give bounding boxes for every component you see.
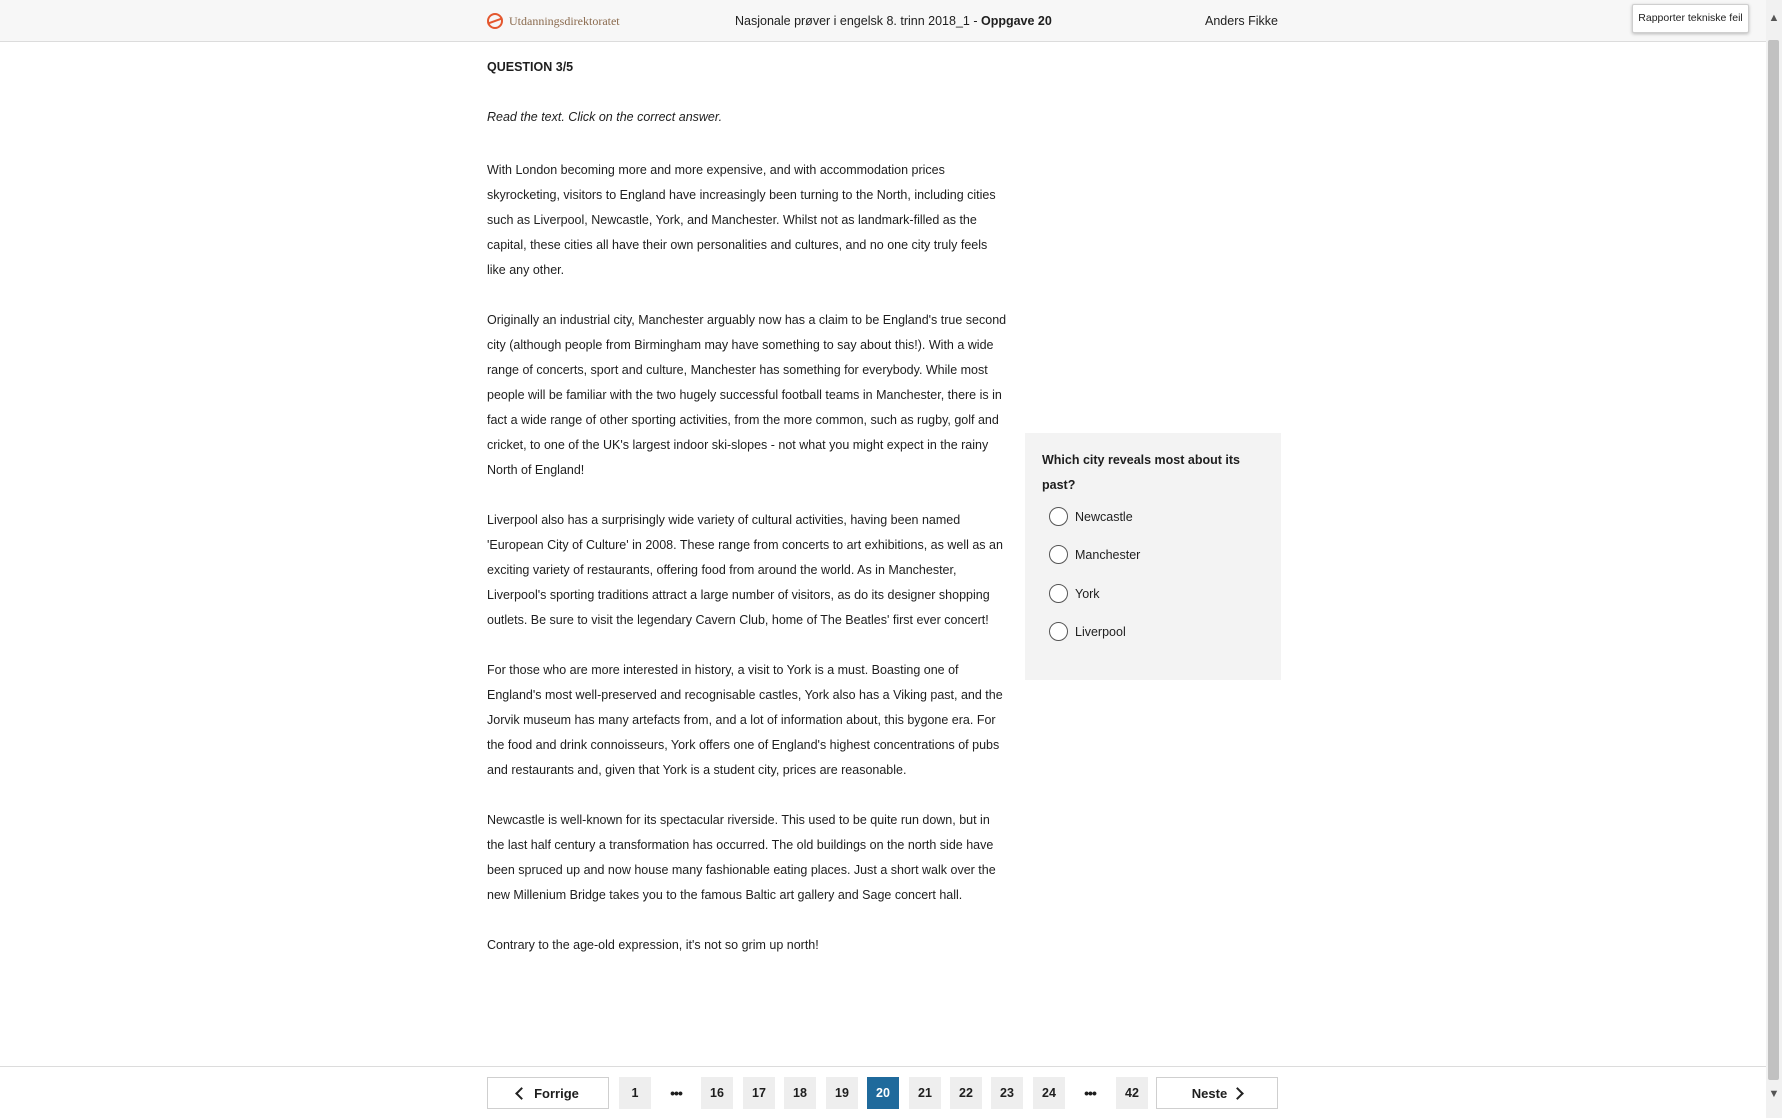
page-button[interactable]: 18 [784,1077,816,1109]
page-ellipsis[interactable]: ••• [660,1077,692,1109]
vertical-scrollbar[interactable]: ▲ ▼ [1766,0,1782,1118]
radio-button[interactable] [1049,622,1068,641]
top-bar: Utdanningsdirektoratet Nasjonale prøver … [0,0,1766,42]
test-title-prefix: Nasjonale prøver i engelsk 8. trinn 2018… [735,14,981,28]
current-page-button[interactable]: 20 [867,1077,899,1109]
next-label: Neste [1191,1085,1228,1101]
page-button[interactable]: 21 [909,1077,941,1109]
option-manchester[interactable]: Manchester [1049,545,1140,564]
option-label[interactable]: Manchester [1075,548,1140,562]
page-button[interactable]: 22 [950,1077,982,1109]
option-liverpool[interactable]: Liverpool [1049,622,1126,641]
page-button[interactable]: 24 [1033,1077,1065,1109]
option-york[interactable]: York [1049,584,1100,603]
test-title: Nasjonale prøver i engelsk 8. trinn 2018… [735,14,1052,28]
page-button[interactable]: 23 [991,1077,1023,1109]
scrollbar-thumb[interactable] [1768,40,1779,1080]
paragraph: For those who are more interested in his… [487,663,1003,777]
previous-label: Forrige [534,1085,579,1101]
option-label[interactable]: Liverpool [1075,625,1126,639]
option-label[interactable]: Newcastle [1075,510,1133,524]
paragraph: Contrary to the age-old expression, it's… [487,938,819,952]
next-button[interactable]: Neste [1156,1077,1278,1109]
paragraph: Newcastle is well-known for its spectacu… [487,813,996,902]
paragraph: Liverpool also has a surprisingly wide v… [487,513,1003,627]
question-text: Which city reveals most about its past? [1042,453,1240,492]
previous-button[interactable]: Forrige [487,1077,609,1109]
report-technical-error-button[interactable]: Rapporter tekniske feil [1632,4,1749,33]
chevron-right-icon [1231,1086,1245,1100]
udir-logo-icon [487,13,503,29]
task-label: Oppgave 20 [980,14,1052,28]
reading-text: With London becoming more and more expen… [487,158,1007,983]
logo-text: Utdanningsdirektoratet [509,13,620,28]
user-name: Anders Fikke [1205,14,1278,28]
scroll-down-arrow-icon[interactable]: ▼ [1766,1088,1782,1106]
radio-button[interactable] [1049,584,1068,603]
page-button[interactable]: 16 [701,1077,733,1109]
option-label[interactable]: York [1075,587,1100,601]
udir-logo: Utdanningsdirektoratet [487,13,620,29]
page-ellipsis[interactable]: ••• [1074,1077,1106,1109]
page-button[interactable]: 19 [826,1077,858,1109]
pagination-bar: Forrige 1 ••• 16 17 18 19 20 21 22 23 24… [0,1066,1766,1119]
question-panel: Which city reveals most about its past? … [1025,433,1281,680]
instruction-text: Read the text. Click on the correct answ… [487,110,723,124]
scroll-up-arrow-icon[interactable]: ▲ [1766,12,1782,30]
question-number: QUESTION 3/5 [487,60,574,74]
chevron-left-icon [515,1086,528,1100]
radio-button[interactable] [1049,507,1068,526]
page-button[interactable]: 42 [1116,1077,1148,1109]
page-button[interactable]: 1 [619,1077,651,1109]
radio-button[interactable] [1049,545,1068,564]
paragraph: With London becoming more and more expen… [487,163,996,277]
page-button[interactable]: 17 [743,1077,775,1109]
option-newcastle[interactable]: Newcastle [1049,507,1133,526]
paragraph: Originally an industrial city, Mancheste… [487,313,1007,477]
